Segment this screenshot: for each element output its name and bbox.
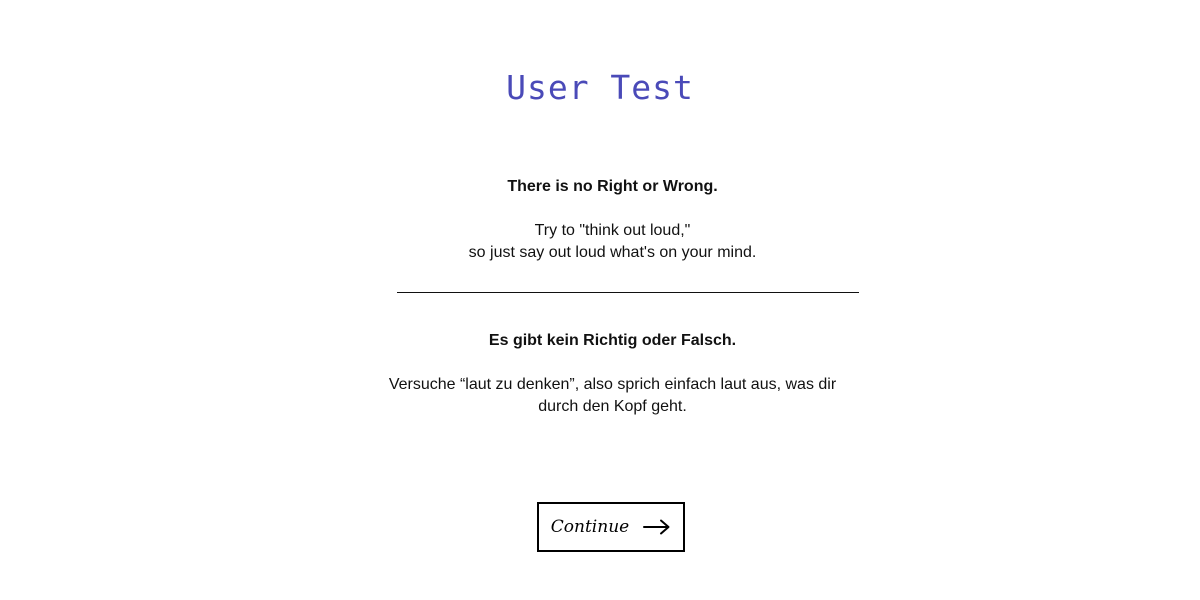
german-heading: Es gibt kein Richtig oder Falsch.	[488, 332, 737, 349]
english-line-1: Try to "think out loud,"	[534, 222, 691, 239]
page-title: User Test	[506, 68, 694, 107]
german-line-2: durch den Kopf geht.	[538, 398, 687, 415]
english-instructions: There is no Right or Wrong. Try to "thin…	[360, 176, 865, 264]
continue-label: Continue	[550, 517, 630, 537]
english-heading: There is no Right or Wrong.	[507, 178, 718, 195]
divider	[397, 292, 859, 293]
arrow-right-icon	[643, 519, 671, 535]
german-instructions: Es gibt kein Richtig oder Falsch. Versuc…	[360, 330, 865, 418]
continue-button[interactable]: Continue	[537, 502, 685, 552]
english-line-2: so just say out loud what's on your mind…	[468, 244, 757, 261]
user-test-page: User Test There is no Right or Wrong. Tr…	[0, 0, 1200, 600]
german-line-1: Versuche “laut zu denken”, also sprich e…	[388, 376, 837, 393]
